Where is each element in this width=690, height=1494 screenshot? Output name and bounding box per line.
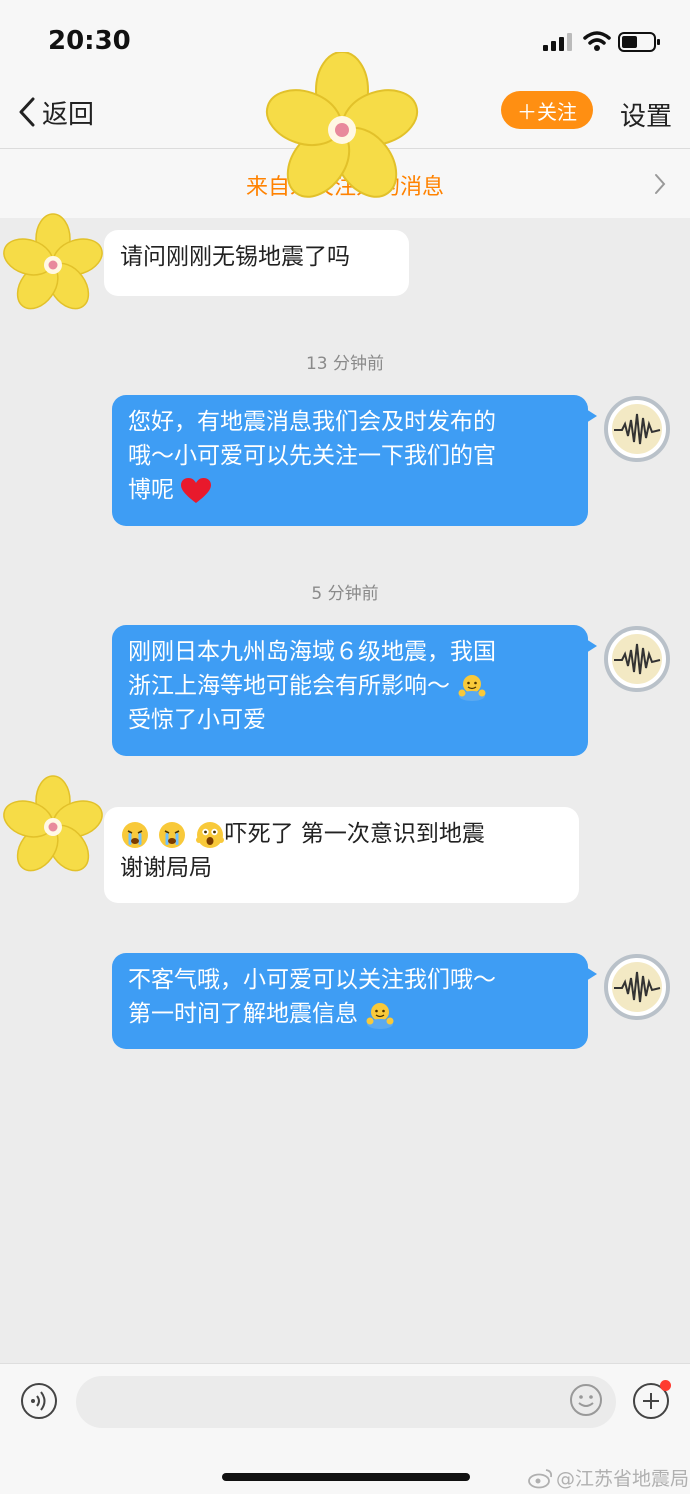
voice-icon[interactable] xyxy=(20,1382,58,1420)
weibo-watermark: @江苏省地震局 xyxy=(528,1464,689,1491)
message-input[interactable] xyxy=(76,1376,616,1428)
message-line: 您好，有地震消息我们会及时发布的 xyxy=(128,409,496,435)
back-label: 返回 xyxy=(42,99,95,130)
message-text: 请问刚刚无锡地震了吗 xyxy=(120,244,350,270)
message-bubble-incoming[interactable]: 请问刚刚无锡地震了吗 xyxy=(104,230,409,296)
message-line: 吓死了 第一次意识到地震 xyxy=(224,821,485,847)
message-line: 浙江上海等地可能会有所影响～ xyxy=(128,673,450,699)
timestamp: 5 分钟前 xyxy=(311,584,379,604)
notification-dot xyxy=(660,1380,671,1391)
user-flower-avatar[interactable] xyxy=(0,774,106,880)
crying-emoji-icon xyxy=(122,821,148,848)
message-bubble-outgoing[interactable]: 刚刚日本九州岛海域６级地震，我国 浙江上海等地可能会有所影响～ 受惊了小可爱 xyxy=(112,625,597,756)
heart-emoji-icon xyxy=(181,477,212,503)
seismograph-avatar[interactable] xyxy=(604,954,670,1020)
message-bubble-outgoing[interactable]: 您好，有地震消息我们会及时发布的 哦～小可爱可以先关注一下我们的官 博呢 xyxy=(112,395,597,526)
message-line: 不客气哦，小可爱可以关注我们哦～ xyxy=(128,967,496,993)
chevron-left-icon xyxy=(19,97,35,127)
weibo-logo-icon xyxy=(528,1468,553,1488)
battery-icon xyxy=(618,32,660,52)
chevron-right-icon xyxy=(655,174,666,194)
message-line: 谢谢局局 xyxy=(120,855,212,881)
input-bar: @江苏省地震局 xyxy=(0,1363,690,1494)
message-line: 哦～小可爱可以先关注一下我们的官 xyxy=(128,443,496,469)
follow-button[interactable]: ＋关注 xyxy=(501,91,593,129)
message-line: 刚刚日本九州岛海域６级地震，我国 xyxy=(128,639,496,665)
signal-icon xyxy=(543,33,572,51)
seismograph-avatar[interactable] xyxy=(604,396,670,462)
wifi-icon xyxy=(583,31,611,51)
hug-emoji-icon xyxy=(366,1002,394,1029)
back-button[interactable]: 返回 xyxy=(18,94,94,130)
message-line: 受惊了小可爱 xyxy=(128,707,266,733)
message-line: 第一时间了解地震信息 xyxy=(128,1001,358,1027)
message-bubble-outgoing[interactable]: 不客气哦，小可爱可以关注我们哦～ 第一时间了解地震信息 xyxy=(112,953,597,1049)
scared-emoji-icon xyxy=(195,821,224,848)
contact-flower-avatar[interactable] xyxy=(262,52,422,207)
emoji-icon[interactable] xyxy=(568,1382,604,1418)
settings-button[interactable]: 设置 xyxy=(620,96,672,133)
crying-emoji-icon xyxy=(159,821,186,848)
timestamp: 13 分钟前 xyxy=(305,354,385,374)
hug-emoji-icon xyxy=(458,674,486,701)
watermark-text: @江苏省地震局 xyxy=(556,1468,690,1490)
user-flower-avatar[interactable] xyxy=(0,212,106,318)
message-bubble-incoming[interactable]: 吓死了 第一次意识到地震 谢谢局局 xyxy=(104,807,579,903)
home-indicator xyxy=(222,1473,470,1481)
seismograph-avatar[interactable] xyxy=(604,626,670,692)
message-line: 博呢 xyxy=(128,477,174,503)
status-time: 20:30 xyxy=(48,26,131,56)
